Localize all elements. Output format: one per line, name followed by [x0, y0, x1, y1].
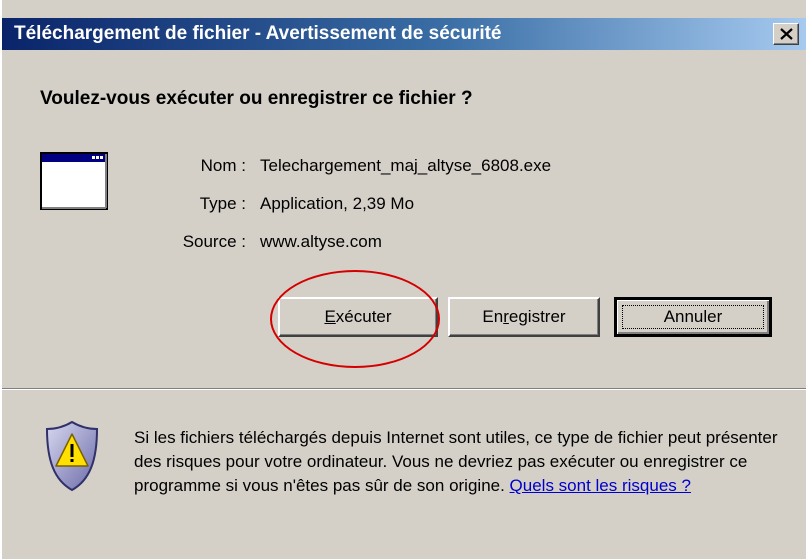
warning-message: Si les fichiers téléchargés depuis Inter…: [134, 426, 784, 498]
file-source-value: www.altyse.com: [260, 232, 382, 251]
close-icon: [780, 28, 793, 40]
security-warning-dialog: Téléchargement de fichier - Avertissemen…: [0, 0, 806, 559]
save-button-label: Enregistrer: [482, 307, 566, 326]
file-name-value: Telechargement_maj_altyse_6808.exe: [260, 156, 552, 175]
risks-link[interactable]: Quels sont les risques ?: [510, 476, 691, 495]
file-name-label: Nom :: [200, 156, 246, 175]
file-type-value: Application, 2,39 Mo: [260, 194, 415, 213]
save-button[interactable]: Enregistrer: [448, 297, 600, 337]
red-highlight-ellipse: [270, 270, 440, 368]
close-button[interactable]: [773, 23, 799, 45]
dialog-title: Téléchargement de fichier - Avertissemen…: [14, 23, 502, 44]
separator-line: [2, 388, 806, 390]
title-bar[interactable]: Téléchargement de fichier - Avertissemen…: [2, 18, 806, 50]
dialog-question: Voulez-vous exécuter ou enregistrer ce f…: [40, 88, 473, 109]
file-source-label: Source :: [182, 232, 246, 251]
security-shield-warning-icon: [45, 420, 99, 492]
file-type-label: Type :: [199, 194, 246, 213]
focus-rectangle: [622, 305, 764, 329]
application-window-icon: [40, 152, 108, 210]
cancel-button[interactable]: Annuler: [614, 297, 772, 337]
